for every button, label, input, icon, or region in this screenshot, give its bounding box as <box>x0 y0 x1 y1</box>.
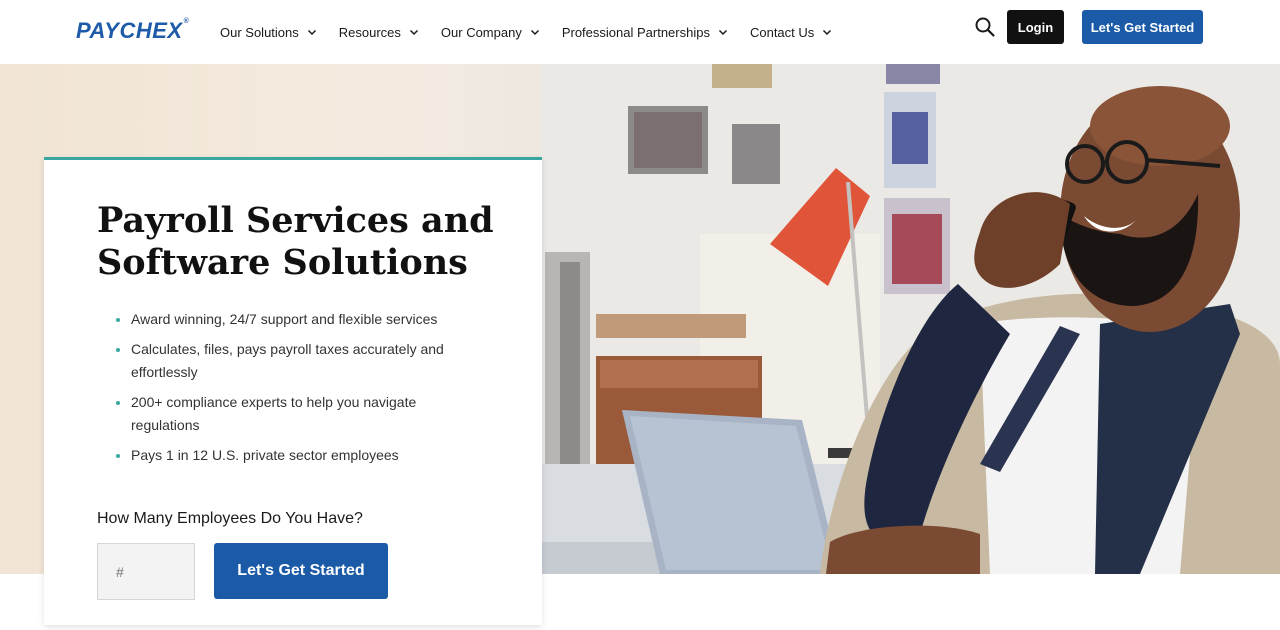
chevron-down-icon <box>307 29 316 36</box>
site-header: PAYCHEX® Our Solutions Resources Our Com… <box>0 0 1280 64</box>
employees-count-input[interactable] <box>97 543 195 600</box>
nav-label: Professional Partnerships <box>561 24 710 40</box>
chevron-down-icon <box>718 29 727 36</box>
main-nav: Our Solutions Resources Our Company Prof… <box>220 0 854 64</box>
employees-question-label: How Many Employees Do You Have? <box>97 510 363 527</box>
nav-professional-partnerships[interactable]: Professional Partnerships <box>562 25 728 40</box>
list-item: Calculates, files, pays payroll taxes ac… <box>116 338 476 384</box>
list-item: 200+ compliance experts to help you navi… <box>116 391 476 437</box>
chevron-down-icon <box>530 29 539 36</box>
card-get-started-button[interactable]: Let's Get Started <box>214 543 388 599</box>
search-icon[interactable] <box>974 16 996 38</box>
chevron-down-icon <box>823 29 832 36</box>
hero-card: Payroll Services and Software Solutions … <box>44 157 542 625</box>
paychex-logo[interactable]: PAYCHEX® <box>76 18 189 44</box>
nav-contact-us[interactable]: Contact Us <box>750 25 832 40</box>
header-get-started-button[interactable]: Let's Get Started <box>1082 10 1203 44</box>
nav-label: Resources <box>338 24 401 40</box>
nav-our-company[interactable]: Our Company <box>441 25 540 40</box>
nav-resources[interactable]: Resources <box>339 25 419 40</box>
nav-label: Contact Us <box>749 24 815 40</box>
list-item: Pays 1 in 12 U.S. private sector employe… <box>116 444 476 467</box>
list-item: Award winning, 24/7 support and flexible… <box>116 308 476 331</box>
login-button[interactable]: Login <box>1007 10 1064 44</box>
nav-our-solutions[interactable]: Our Solutions <box>220 25 317 40</box>
nav-label: Our Solutions <box>220 24 299 40</box>
nav-label: Our Company <box>440 24 522 40</box>
benefits-list: Award winning, 24/7 support and flexible… <box>116 308 476 474</box>
logo-text: PAYCHEX <box>76 18 183 43</box>
chevron-down-icon <box>409 29 418 36</box>
trademark-mark: ® <box>183 18 190 25</box>
page-title: Payroll Services and Software Solutions <box>97 200 494 283</box>
